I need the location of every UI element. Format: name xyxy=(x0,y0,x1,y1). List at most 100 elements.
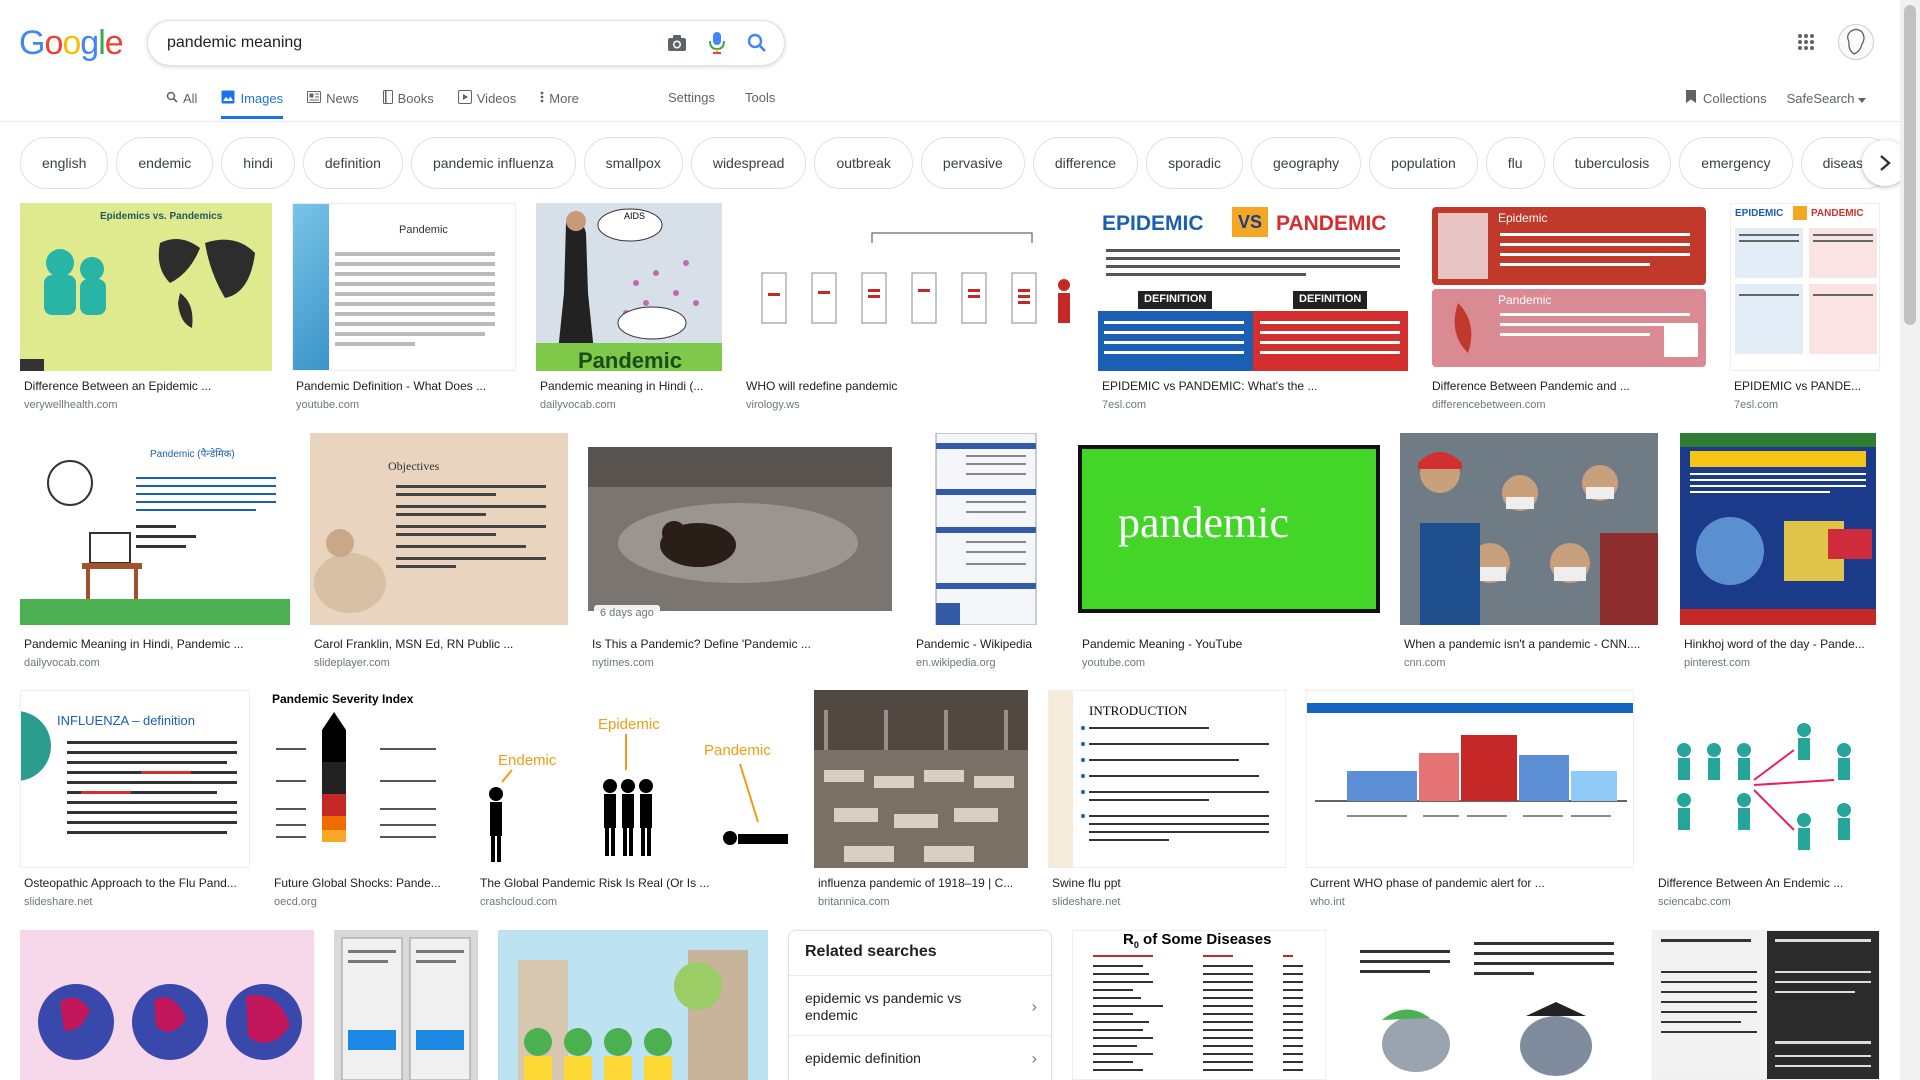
chip-pervasive[interactable]: pervasive xyxy=(920,137,1025,189)
result-caption: Difference Between Pandemic and ... xyxy=(1432,379,1630,393)
result-source: slideshare.net xyxy=(24,896,93,908)
related-search-item[interactable]: epidemic definition › xyxy=(789,1035,1051,1080)
google-logo[interactable]: Google xyxy=(19,24,124,63)
result-caption: Pandemic meaning in Hindi (... xyxy=(540,379,704,393)
chevron-right-icon: › xyxy=(1031,998,1037,1016)
image-result[interactable]: EPIDEMIC PANDEMIC EPIDEMIC vs PANDE... 7… xyxy=(1730,203,1880,413)
tab-images[interactable]: Images xyxy=(221,88,284,119)
page-scrollbar[interactable] xyxy=(1900,0,1920,1080)
image-result[interactable]: Epidemic Pandemic Difference Between Pan… xyxy=(1428,203,1710,413)
result-source: dailyvocab.com xyxy=(540,399,616,411)
image-result[interactable] xyxy=(498,930,768,1080)
image-result[interactable] xyxy=(20,930,314,1080)
search-input[interactable] xyxy=(167,21,617,65)
account-avatar[interactable] xyxy=(1838,24,1874,60)
search-icon[interactable] xyxy=(746,32,768,54)
result-source: youtube.com xyxy=(1082,657,1145,669)
tools-link[interactable]: Tools xyxy=(745,90,775,105)
tab-label: More xyxy=(549,91,579,106)
tab-books[interactable]: Books xyxy=(382,88,434,119)
thumbnail-table xyxy=(935,433,1037,625)
result-caption: Hinkhoj word of the day - Pande... xyxy=(1684,637,1865,651)
image-result[interactable]: Epidemics vs. Pandemics Difference Betwe… xyxy=(20,203,272,413)
thumbnail-text: Pandemic xyxy=(578,348,682,371)
result-caption: Difference Between An Endemic ... xyxy=(1658,876,1844,890)
image-result[interactable]: INTRODUCTION Swine flu ppt slideshare.ne… xyxy=(1048,690,1286,912)
chip-difference[interactable]: difference xyxy=(1032,137,1139,189)
image-result[interactable] xyxy=(1346,930,1632,1080)
image-result[interactable]: Pandemic Pandemic Definition - What Does… xyxy=(292,203,516,413)
image-result[interactable]: Pandemic - Wikipedia en.wikipedia.org xyxy=(912,433,1058,673)
image-result[interactable]: 6 days ago Is This a Pandemic? Define 'P… xyxy=(588,433,892,673)
image-result[interactable]: AIDS Pandemic Pandemic meaning in Hindi … xyxy=(536,203,722,413)
thumbnail-illustration: EPIDEMIC PANDEMIC xyxy=(1735,206,1877,354)
tab-more[interactable]: More xyxy=(540,88,579,119)
result-caption: influenza pandemic of 1918–19 | C... xyxy=(818,876,1014,890)
collections-link[interactable]: Collections xyxy=(1685,89,1767,107)
chip-flu[interactable]: flu xyxy=(1485,137,1545,189)
image-result[interactable]: Difference Between An Endemic ... scienc… xyxy=(1654,690,1880,912)
safesearch-dropdown[interactable]: SafeSearch xyxy=(1787,91,1866,106)
chip-definition[interactable]: definition xyxy=(302,137,403,189)
image-result[interactable]: Current WHO phase of pandemic alert for … xyxy=(1306,690,1634,912)
image-result[interactable] xyxy=(1652,930,1880,1080)
chip-sporadic[interactable]: sporadic xyxy=(1146,137,1243,189)
result-thumbnail: Pandemic xyxy=(292,203,516,371)
tab-videos[interactable]: Videos xyxy=(457,88,516,119)
result-source: britannica.com xyxy=(818,896,890,908)
thumbnail-table xyxy=(1653,931,1879,1079)
image-result[interactable]: Pandemic (पैन्डेमिक) Pandemic Meaning in… xyxy=(20,433,290,673)
tab-all[interactable]: All xyxy=(166,88,197,119)
chip-english[interactable]: english xyxy=(20,137,109,189)
image-result[interactable]: R0 of Some Diseases xyxy=(1072,930,1326,1080)
mic-icon[interactable] xyxy=(706,32,728,54)
chip-tuberculosis[interactable]: tuberculosis xyxy=(1552,137,1672,189)
image-result[interactable]: Hinkhoj word of the day - Pande... pinte… xyxy=(1680,433,1880,673)
result-thumbnail: AIDS Pandemic xyxy=(536,203,722,371)
result-source: virology.ws xyxy=(746,399,800,411)
result-caption: Difference Between an Epidemic ... xyxy=(24,379,212,393)
chip-hindi[interactable]: hindi xyxy=(221,137,295,189)
result-thumbnail xyxy=(1306,690,1634,868)
apps-grid-icon[interactable] xyxy=(1797,33,1815,56)
video-icon xyxy=(457,90,472,107)
image-result[interactable]: Objectives Carol Franklin, MSN Ed, RN Pu… xyxy=(310,433,568,673)
image-result[interactable]: EPIDEMIC VS PANDEMIC DEFINITION DEFINITI… xyxy=(1098,203,1408,413)
chip-smallpox[interactable]: smallpox xyxy=(583,137,683,189)
image-result[interactable]: INFLUENZA – definition Osteopathic Appro… xyxy=(20,690,250,912)
search-icon xyxy=(166,91,178,106)
chip-outbreak[interactable]: outbreak xyxy=(814,137,913,189)
chip-endemic[interactable]: endemic xyxy=(116,137,214,189)
image-result[interactable]: When a pandemic isn't a pandemic - CNN..… xyxy=(1400,433,1658,673)
thumbnail-illustration xyxy=(341,937,471,1080)
camera-icon[interactable] xyxy=(666,32,688,54)
tab-label: Images xyxy=(240,91,284,106)
result-thumbnail: 6 days ago xyxy=(588,433,892,625)
image-result[interactable]: WHO will redefine pandemic virology.ws xyxy=(742,203,1078,413)
settings-link[interactable]: Settings xyxy=(668,90,715,105)
image-result[interactable]: Pandemic Severity Index Future Global Sh… xyxy=(270,690,456,912)
image-result[interactable]: Epidemic Endemic Pandemic The Global Pan… xyxy=(476,690,794,912)
result-caption: The Global Pandemic Risk Is Real (Or Is … xyxy=(480,876,710,890)
related-search-item[interactable]: epidemic vs pandemic vs endemic › xyxy=(789,975,1051,1038)
chip-population[interactable]: population xyxy=(1369,137,1478,189)
result-source: oecd.org xyxy=(274,896,317,908)
thumbnail-text: pandemic xyxy=(1118,498,1290,547)
chip-geography[interactable]: geography xyxy=(1251,137,1362,189)
chip-pandemic-influenza[interactable]: pandemic influenza xyxy=(410,137,576,189)
result-source: pinterest.com xyxy=(1684,657,1751,669)
result-source: sciencabc.com xyxy=(1658,896,1731,908)
thumbnail-illustration xyxy=(1677,723,1851,850)
chip-emergency[interactable]: emergency xyxy=(1679,137,1793,189)
svg-text:EPIDEMIC: EPIDEMIC xyxy=(1735,208,1783,219)
scrollbar-thumb[interactable] xyxy=(1904,5,1916,325)
image-result[interactable] xyxy=(334,930,478,1080)
chevron-right-icon: › xyxy=(1031,1050,1037,1067)
image-result[interactable]: pandemic Pandemic Meaning - YouTube yout… xyxy=(1078,433,1380,673)
image-result[interactable]: influenza pandemic of 1918–19 | C... bri… xyxy=(814,690,1028,912)
chip-widespread[interactable]: widespread xyxy=(690,137,807,189)
thumbnail-text-lines xyxy=(67,741,237,834)
result-thumbnail: Epidemic Pandemic xyxy=(1428,203,1710,371)
tab-news[interactable]: News xyxy=(307,88,359,119)
thumbnail-table xyxy=(1093,955,1303,1071)
